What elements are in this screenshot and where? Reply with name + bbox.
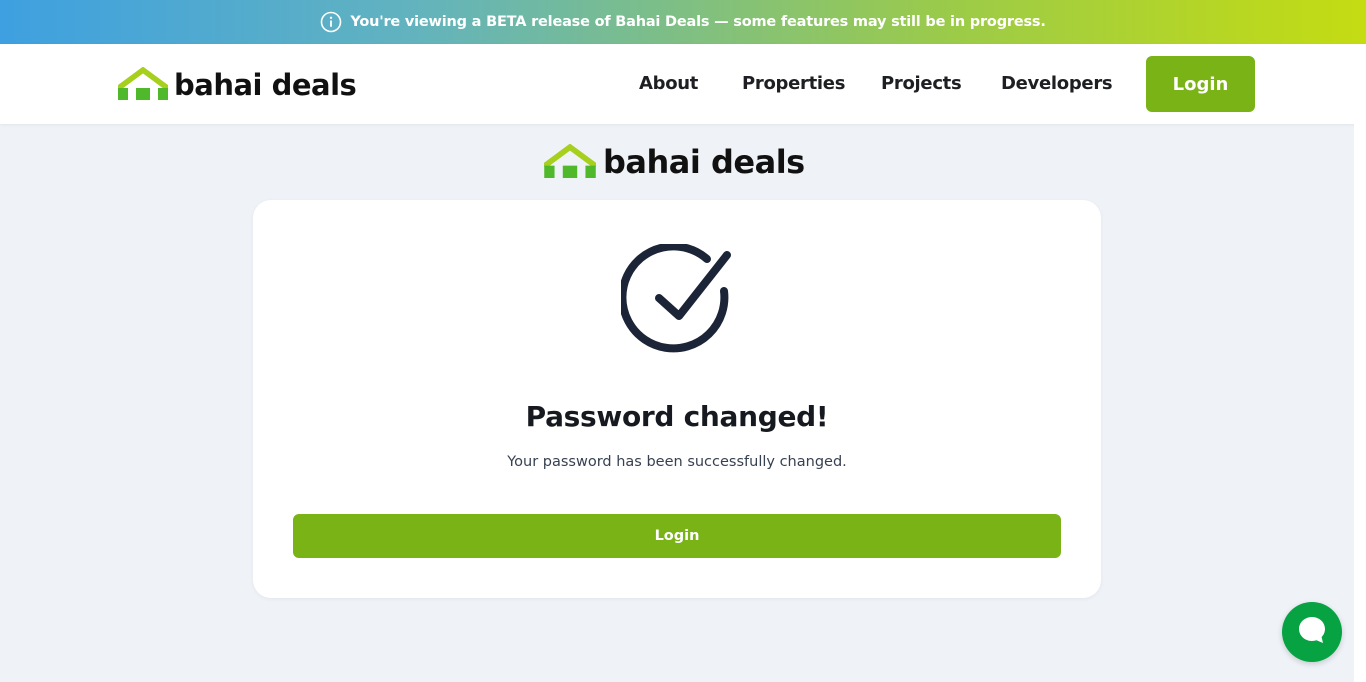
beta-banner-text: You're viewing a BETA release of Bahai D… xyxy=(350,14,1046,30)
chat-launcher-button[interactable] xyxy=(1282,602,1342,662)
success-message: Your password has been successfully chan… xyxy=(507,454,847,470)
chat-bubble-icon xyxy=(1296,614,1328,650)
password-changed-card: Password changed! Your password has been… xyxy=(253,200,1101,598)
nav-login-button[interactable]: Login xyxy=(1146,56,1255,112)
nav-link-properties[interactable]: Properties xyxy=(742,73,845,94)
beta-banner: You're viewing a BETA release of Bahai D… xyxy=(0,0,1366,44)
check-circle-icon xyxy=(618,242,733,356)
info-icon xyxy=(320,11,342,33)
page-brand-logo: bahai deals xyxy=(544,144,805,178)
login-button[interactable]: Login xyxy=(293,514,1061,558)
page-brand-name: bahai deals xyxy=(603,143,805,181)
nav-link-projects[interactable]: Projects xyxy=(881,73,962,94)
page-title: Password changed! xyxy=(525,400,829,433)
house-logo-icon xyxy=(118,67,168,100)
brand-logo[interactable]: bahai deals xyxy=(118,67,357,102)
brand-name: bahai deals xyxy=(174,68,357,102)
top-navbar: bahai deals About Properties Projects De… xyxy=(0,44,1366,124)
scrollbar[interactable] xyxy=(1354,124,1366,682)
nav-link-about[interactable]: About xyxy=(639,73,698,94)
house-logo-icon xyxy=(544,144,596,178)
nav-link-developers[interactable]: Developers xyxy=(1001,73,1113,94)
